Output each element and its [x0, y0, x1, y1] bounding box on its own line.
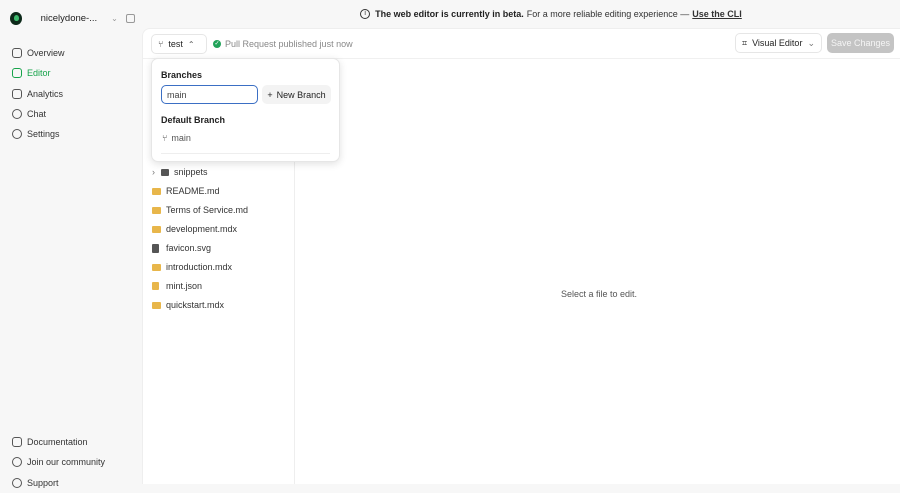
empty-state-text: Select a file to edit.: [561, 289, 638, 299]
file-item[interactable]: quickstart.mdx: [152, 300, 224, 310]
label: New Branch: [276, 89, 326, 100]
label: Overview: [27, 48, 65, 59]
chevron-down-icon: ⌄: [807, 37, 815, 48]
home-icon: [12, 48, 22, 59]
publish-status: ✓ Pull Request published just now: [213, 39, 353, 49]
logo-icon: [10, 12, 22, 25]
editor-mode-select[interactable]: ⌗ Visual Editor ⌄: [735, 33, 822, 53]
file-item[interactable]: Terms of Service.md: [152, 205, 248, 215]
markdown-icon: [152, 301, 161, 309]
file-item[interactable]: development.mdx: [152, 224, 237, 234]
sidebar-item-chat[interactable]: Chat: [12, 104, 65, 124]
label: Documentation: [27, 437, 88, 448]
file-item[interactable]: mint.json: [152, 281, 202, 291]
chevron-up-icon: ⌃: [187, 39, 195, 49]
file-icon: [152, 243, 159, 253]
label: Analytics: [27, 88, 64, 99]
chat-icon: [12, 109, 22, 120]
label: Join our community: [27, 457, 106, 468]
label: Support: [27, 477, 59, 488]
save-changes-button[interactable]: Save Changes: [827, 33, 894, 53]
default-branch-heading: Default Branch: [161, 115, 226, 125]
file-name: development.mdx: [166, 224, 238, 234]
beta-banner: i The web editor is currently in beta. F…: [142, 0, 900, 28]
file-item[interactable]: introduction.mdx: [152, 262, 232, 272]
file-item[interactable]: favicon.svg: [152, 243, 211, 253]
sidebar-item-analytics[interactable]: Analytics: [12, 84, 65, 104]
sidebar: nicelydone-... ⌄ Overview Editor Analyti…: [0, 0, 142, 488]
gear-icon: [12, 129, 22, 140]
globe-icon: [12, 457, 22, 468]
documentation-link[interactable]: Documentation: [12, 432, 105, 452]
label: main: [171, 133, 191, 143]
file-name: snippets: [174, 167, 208, 177]
analytics-icon: [12, 88, 22, 99]
label: Editor: [27, 68, 51, 79]
branch-option-main[interactable]: ⑂ main: [162, 133, 191, 143]
book-icon: [12, 437, 22, 448]
markdown-icon: [152, 263, 161, 271]
project-switcher[interactable]: nicelydone-... ⌄: [10, 12, 135, 25]
git-branch-icon: ⑂: [162, 133, 168, 143]
markdown-icon: [152, 225, 161, 233]
chevron-down-icon: ⌄: [111, 14, 118, 23]
community-link[interactable]: Join our community: [12, 452, 105, 472]
support-icon: [12, 477, 22, 488]
project-name: nicelydone-...: [40, 13, 98, 24]
visual-editor-icon: ⌗: [742, 37, 748, 48]
check-circle-icon: ✓: [213, 40, 221, 48]
banner-bold-text: The web editor is currently in beta.: [375, 9, 524, 19]
label: Settings: [27, 129, 60, 140]
folder-item[interactable]: › snippets: [152, 167, 208, 177]
file-name: Terms of Service.md: [166, 205, 249, 215]
sidebar-item-settings[interactable]: Settings: [12, 124, 65, 144]
branch-name: test: [168, 39, 183, 49]
branch-search-input[interactable]: [161, 85, 258, 104]
use-cli-link[interactable]: Use the CLI: [692, 9, 742, 19]
new-branch-button[interactable]: + New Branch: [262, 85, 331, 104]
collapse-sidebar-icon[interactable]: [125, 14, 135, 23]
file-name: mint.json: [166, 281, 203, 291]
branch-selector[interactable]: ⑂ test ⌃: [151, 34, 207, 54]
editor-icon: [12, 68, 22, 79]
markdown-icon: [152, 206, 161, 214]
banner-text: For a more reliable editing experience —: [526, 9, 690, 19]
file-name: introduction.mdx: [166, 262, 233, 272]
sidebar-item-editor[interactable]: Editor: [12, 63, 65, 83]
file-name: README.md: [166, 186, 220, 196]
file-name: favicon.svg: [166, 243, 212, 253]
branches-heading: Branches: [161, 70, 203, 80]
file-item[interactable]: README.md: [152, 186, 220, 196]
sidebar-item-overview[interactable]: Overview: [12, 43, 65, 63]
folder-icon: [161, 168, 169, 176]
mode-label: Visual Editor: [752, 38, 803, 48]
toolbar: ⑂ test ⌃ ✓ Pull Request published just no…: [143, 29, 900, 59]
file-name: quickstart.mdx: [166, 300, 225, 310]
chevron-right-icon: ›: [152, 167, 155, 177]
json-icon: [152, 282, 159, 290]
label: Chat: [27, 109, 47, 120]
support-link[interactable]: Support: [12, 473, 105, 493]
divider: [161, 153, 330, 154]
info-icon: i: [360, 9, 371, 19]
git-branch-icon: ⑂: [158, 39, 164, 49]
branch-popover: Branches +New Branch Default Branch ⑂mai…: [151, 58, 340, 162]
status-text: Pull Request published just now: [225, 39, 353, 49]
plus-icon: +: [267, 89, 273, 100]
markdown-icon: [152, 187, 161, 195]
